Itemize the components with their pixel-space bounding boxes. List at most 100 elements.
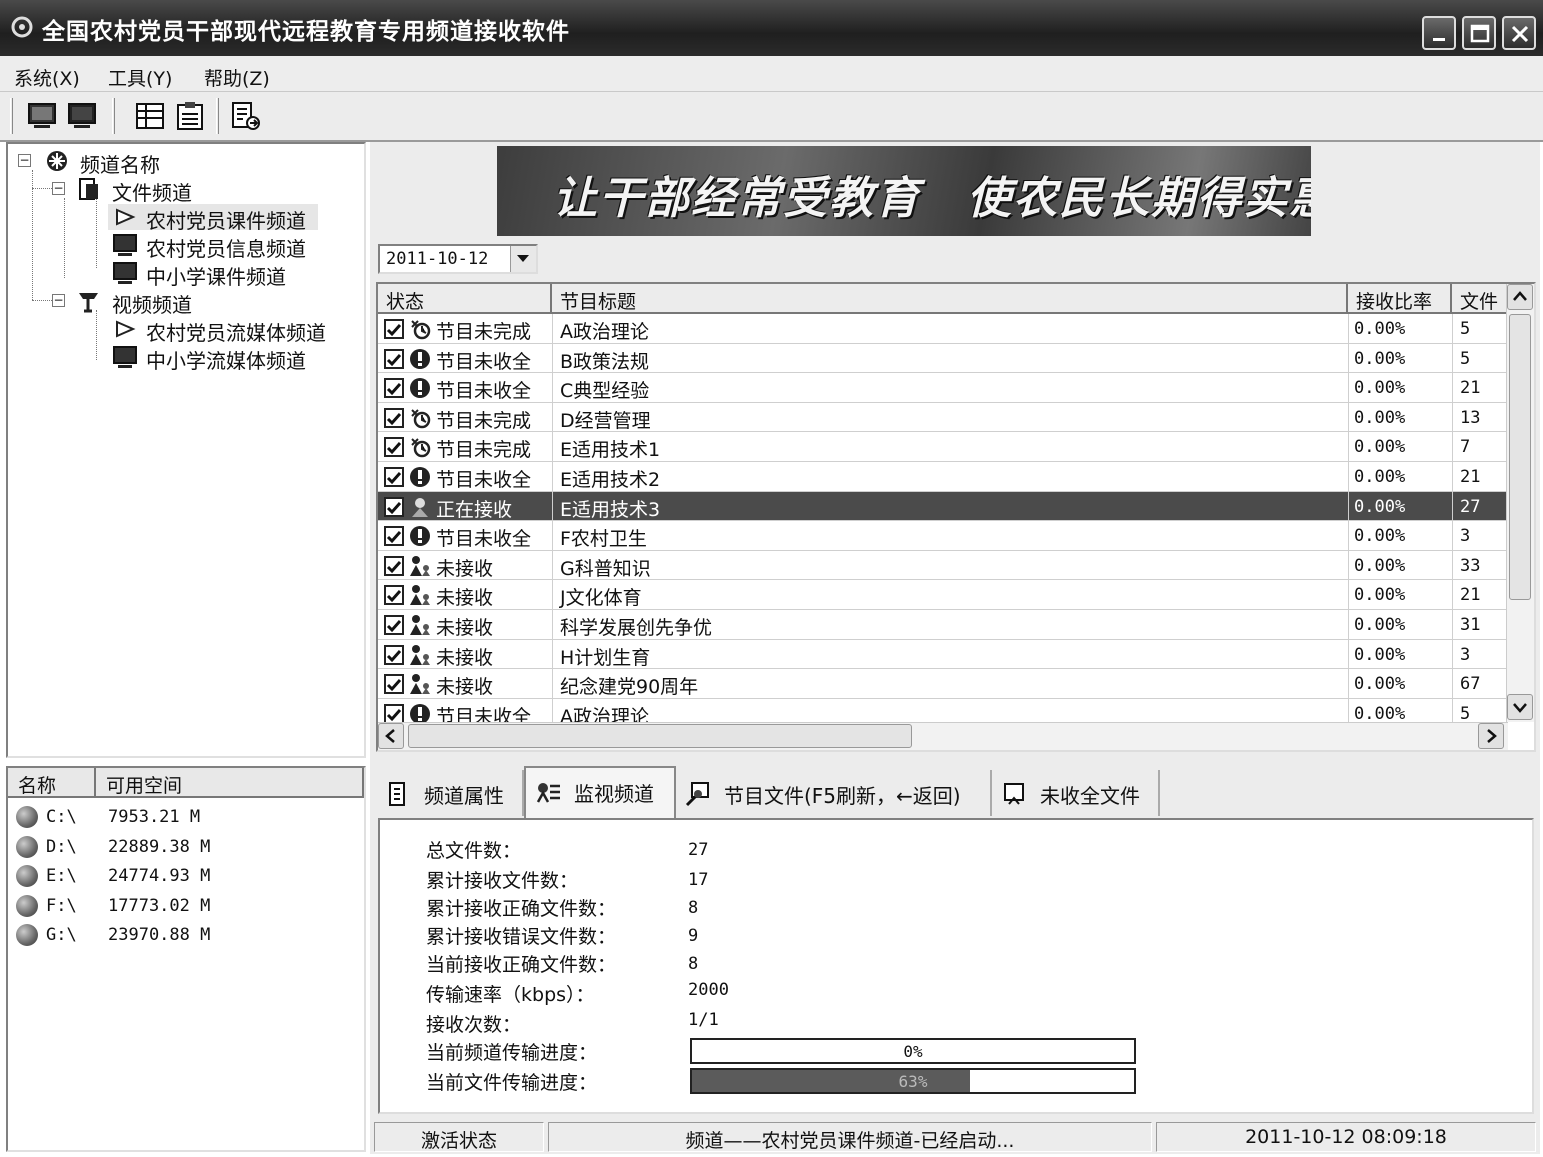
row-title: E适用技术2 (560, 469, 661, 491)
drive-row[interactable]: D:\ 22889.38 M (12, 834, 362, 862)
row-files: 5 (1460, 319, 1471, 339)
col-header-rate[interactable]: 接收比率 (1348, 284, 1452, 314)
row-files: 3 (1460, 644, 1471, 665)
tree-collapse-toggle[interactable]: − (52, 294, 65, 307)
row-checkbox[interactable] (384, 585, 404, 606)
tree-item-label: 农村党员课件频道 (146, 209, 306, 233)
table-row[interactable]: 未接收 H计划生育 0.00% 3 (378, 640, 1506, 670)
tab-label: 监视频道 (574, 782, 654, 806)
tab-incomplete-files[interactable]: 未收全文件 (992, 770, 1160, 816)
banner-text: 让干部经常受教育 使农民长期得实惠 (553, 173, 1311, 224)
scroll-up-button[interactable] (1507, 284, 1533, 310)
close-button[interactable] (1502, 16, 1536, 50)
table-row[interactable]: 节目未完成 A政治理论 0.00% 5 (378, 314, 1506, 344)
transfer-rate-value: 2000 (688, 980, 729, 1000)
incomplete-icon (411, 438, 431, 458)
table-icon[interactable] (134, 100, 166, 132)
row-title: H计划生育 (560, 646, 651, 669)
drive-row[interactable]: E:\ 24774.93 M (12, 863, 362, 891)
drive-name: E:\ (46, 866, 77, 887)
partial-icon (410, 378, 430, 399)
table-row[interactable]: 正在接收 E适用技术3 0.00% 27 (378, 491, 1506, 522)
export-icon[interactable] (230, 100, 262, 132)
error-files-label: 累计接收错误文件数： (426, 926, 617, 948)
table-row[interactable]: 节目未收全 B政策法规 0.00% 5 (378, 344, 1506, 374)
chevron-down-icon[interactable] (510, 246, 536, 272)
row-checkbox[interactable] (384, 703, 404, 724)
menu-system[interactable]: 系统(X) (14, 64, 80, 91)
row-title: A政治理论 (560, 321, 649, 343)
col-header-title[interactable]: 节目标题 (552, 284, 1348, 314)
monitor-dark-icon[interactable] (66, 100, 98, 132)
row-status: 节目未收全 (436, 380, 532, 403)
table-row[interactable]: 节目未完成 E适用技术1 0.00% 7 (378, 432, 1506, 462)
monitor-icon (113, 234, 137, 256)
toolbar-grip (10, 98, 13, 134)
scroll-thumb[interactable] (408, 724, 912, 748)
table-row[interactable]: 未接收 科学发展创先争优 0.00% 31 (378, 610, 1506, 640)
drive-row[interactable]: F:\ 17773.02 M (12, 893, 362, 921)
vertical-scrollbar[interactable] (1506, 284, 1534, 722)
col-header-files[interactable]: 文件 (1452, 284, 1508, 314)
drive-header-name[interactable]: 名称 (8, 768, 96, 798)
row-checkbox[interactable] (384, 496, 404, 517)
tree-collapse-toggle[interactable]: − (18, 154, 31, 167)
tab-channel-properties[interactable]: 频道属性 (376, 770, 524, 816)
row-rate: 0.00% (1354, 555, 1406, 576)
tab-program-files[interactable]: 节目文件(F5刷新，←返回) (676, 770, 992, 816)
horizontal-scrollbar[interactable] (378, 722, 1508, 750)
table-row[interactable]: 节目未收全 E适用技术2 0.00% 21 (378, 462, 1506, 492)
table-row[interactable]: 节目未完成 D经营管理 0.00% 13 (378, 403, 1506, 433)
row-files: 3 (1460, 526, 1471, 547)
table-row[interactable]: 节目未收全 C典型经验 0.00% 21 (378, 373, 1506, 403)
scroll-thumb[interactable] (1509, 314, 1531, 600)
row-files: 33 (1460, 555, 1481, 576)
row-checkbox[interactable] (384, 526, 404, 547)
table-row[interactable]: 未接收 G科普知识 0.00% 33 (378, 551, 1506, 581)
scroll-right-button[interactable] (1478, 723, 1504, 749)
monitor-channel-icon (536, 783, 560, 803)
file-progress-bar: 63% (690, 1068, 1136, 1094)
banner-image: 让干部经常受教育 使农民长期得实惠 (497, 146, 1311, 236)
app-icon (11, 16, 33, 38)
drive-header-space[interactable]: 可用空间 (96, 768, 364, 798)
scroll-down-button[interactable] (1507, 694, 1533, 720)
menu-tools[interactable]: 工具(Y) (108, 64, 172, 91)
clipboard-icon[interactable] (174, 100, 206, 132)
drive-row[interactable]: G:\ 23970.88 M (12, 922, 362, 950)
table-row[interactable]: 未接收 纪念建党90周年 0.00% 67 (378, 669, 1506, 699)
tree-item-channel[interactable]: 农村党员课件频道 (108, 204, 318, 233)
row-checkbox[interactable] (384, 348, 404, 369)
minimize-button[interactable] (1422, 16, 1456, 50)
row-checkbox[interactable] (384, 378, 404, 399)
row-status: 节目未收全 (436, 469, 532, 491)
drive-icon (16, 894, 38, 917)
row-title: E适用技术1 (560, 439, 661, 462)
table-row[interactable]: 节目未收全 F农村卫生 0.00% 3 (378, 521, 1506, 551)
col-header-status[interactable]: 状态 (378, 284, 552, 314)
maximize-button[interactable] (1462, 16, 1496, 50)
row-checkbox[interactable] (384, 615, 404, 635)
tree-collapse-toggle[interactable]: − (52, 182, 65, 195)
menu-help[interactable]: 帮助(Z) (204, 64, 270, 91)
correct-files-value: 8 (688, 898, 699, 918)
row-checkbox[interactable] (384, 407, 404, 428)
date-select[interactable]: 2011-10-12 (378, 244, 538, 274)
tree-item-label: 中小学课件频道 (146, 265, 286, 289)
tab-monitor-channel[interactable]: 监视频道 (524, 766, 676, 818)
row-checkbox[interactable] (384, 555, 404, 576)
row-checkbox[interactable] (384, 644, 404, 665)
row-checkbox[interactable] (384, 674, 404, 695)
scroll-left-button[interactable] (378, 723, 404, 749)
row-title: G科普知识 (560, 557, 651, 580)
row-checkbox[interactable] (384, 467, 404, 487)
row-checkbox[interactable] (384, 319, 404, 339)
not-received-icon (410, 615, 430, 635)
monitor-icon[interactable] (26, 100, 58, 132)
close-icon (1511, 25, 1529, 43)
drive-row[interactable]: C:\ 7953.21 M (12, 804, 362, 832)
row-files: 21 (1460, 378, 1481, 399)
row-checkbox[interactable] (384, 437, 404, 458)
table-row[interactable]: 未接收 J文化体育 0.00% 21 (378, 580, 1506, 610)
row-status: 节目未完成 (436, 321, 532, 343)
